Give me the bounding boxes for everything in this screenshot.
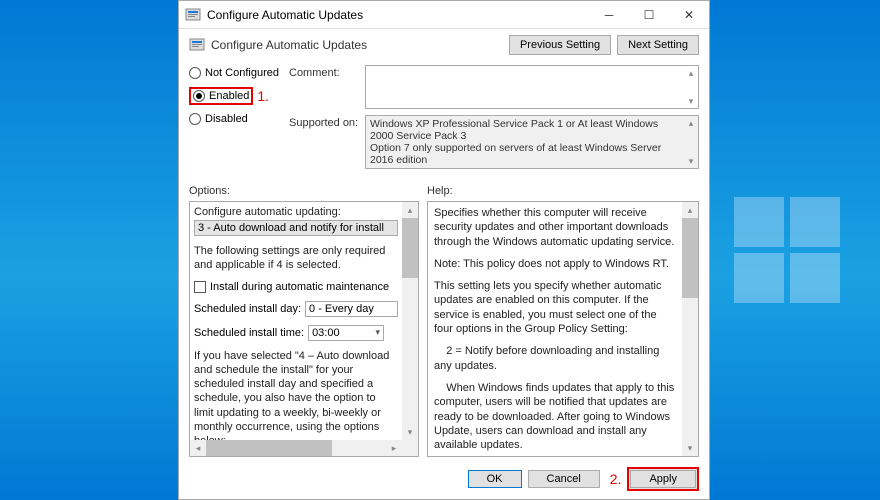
ok-button[interactable]: OK: [468, 470, 522, 488]
select-value: 3 - Auto download and notify for install: [198, 222, 394, 234]
scheduled-day-label: Scheduled install day:: [194, 303, 301, 315]
help-paragraph: Note: This policy does not apply to Wind…: [434, 257, 676, 271]
select-value: 03:00: [312, 327, 375, 339]
radio-icon: [193, 90, 205, 102]
help-paragraph: When Windows finds updates that apply to…: [434, 381, 676, 452]
dialog-configure-automatic-updates: Configure Automatic Updates ─ ☐ ✕ Config…: [178, 0, 710, 500]
checkbox-icon: [194, 281, 206, 293]
help-body: Specifies whether this computer will rec…: [428, 202, 682, 456]
options-pane: Configure automatic updating: 3 - Auto d…: [189, 201, 419, 457]
scrollbar-horizontal[interactable]: ◂ ▸: [190, 440, 402, 456]
radio-label: Enabled: [209, 90, 249, 102]
scroll-down-icon: ▾: [684, 154, 698, 168]
policy-name: Configure Automatic Updates: [211, 38, 503, 52]
scroll-up-icon: ▴: [684, 66, 698, 80]
select-value: 0 - Every day: [309, 303, 394, 315]
configure-updating-label: Configure automatic updating:: [194, 206, 398, 218]
apply-button[interactable]: Apply: [630, 470, 696, 488]
radio-disabled[interactable]: Disabled: [189, 113, 289, 125]
right-fields: Comment: ▴ ▾ Supported on: Windows XP Pr…: [289, 65, 699, 175]
annotation-1: 1.: [257, 88, 269, 104]
policy-icon: [189, 37, 205, 53]
scheduled-time-row: Scheduled install time: 03:00 ▾: [194, 325, 398, 341]
titlebar[interactable]: Configure Automatic Updates ─ ☐ ✕: [179, 1, 709, 29]
scrollbar[interactable]: ▴ ▾: [684, 66, 698, 108]
maximize-button[interactable]: ☐: [629, 1, 669, 28]
supported-label: Supported on:: [289, 115, 365, 169]
scrollbar-vertical[interactable]: ▴ ▾: [402, 202, 418, 440]
policy-icon: [185, 7, 201, 23]
options-body: Configure automatic updating: 3 - Auto d…: [190, 202, 402, 440]
scheduled-time-label: Scheduled install time:: [194, 327, 304, 339]
scroll-down-icon: ▾: [682, 440, 698, 456]
desktop-windows-logo: [734, 197, 840, 303]
radio-not-configured[interactable]: Not Configured: [189, 67, 289, 79]
next-setting-button[interactable]: Next Setting: [617, 35, 699, 55]
config-top-area: Not Configured Enabled 1. Disabled Comme…: [179, 65, 709, 181]
help-paragraph: 2 = Notify before downloading and instal…: [434, 344, 676, 373]
annotation-2: 2.: [610, 471, 622, 487]
scheduled-time-select[interactable]: 03:00 ▾: [308, 325, 384, 341]
help-label: Help:: [427, 185, 453, 197]
configure-updating-select[interactable]: 3 - Auto download and notify for install: [194, 220, 398, 236]
scroll-left-icon: ◂: [190, 440, 206, 456]
section-labels: Options: Help:: [179, 181, 709, 201]
comment-label: Comment:: [289, 65, 365, 109]
scroll-down-icon: ▾: [402, 424, 418, 440]
radio-label: Not Configured: [205, 67, 279, 79]
window-controls: ─ ☐ ✕: [589, 1, 709, 28]
radio-icon: [189, 113, 201, 125]
scrollbar-thumb[interactable]: [206, 440, 332, 456]
scrollbar-thumb[interactable]: [402, 218, 418, 278]
close-button[interactable]: ✕: [669, 1, 709, 28]
minimize-button[interactable]: ─: [589, 1, 629, 28]
scroll-right-icon: ▸: [386, 440, 402, 456]
checkbox-label: Install during automatic maintenance: [210, 281, 389, 293]
scheduled-day-row: Scheduled install day: 0 - Every day: [194, 301, 398, 317]
options-label: Options:: [189, 185, 427, 197]
radio-label: Disabled: [205, 113, 248, 125]
previous-setting-button[interactable]: Previous Setting: [509, 35, 611, 55]
window-title: Configure Automatic Updates: [207, 8, 589, 22]
scroll-up-icon: ▴: [682, 202, 698, 218]
apply-button-highlight: Apply: [627, 467, 699, 491]
limit-updating-text: If you have selected "4 – Auto download …: [194, 349, 398, 440]
cancel-button[interactable]: Cancel: [528, 470, 600, 488]
comment-textarea[interactable]: ▴ ▾: [365, 65, 699, 109]
scroll-corner: [402, 440, 418, 456]
following-settings-text: The following settings are only required…: [194, 244, 398, 273]
maintenance-checkbox-row[interactable]: Install during automatic maintenance: [194, 281, 398, 293]
scheduled-day-select[interactable]: 0 - Every day: [305, 301, 398, 317]
supported-text: Windows XP Professional Service Pack 1 o…: [370, 118, 694, 166]
help-pane: Specifies whether this computer will rec…: [427, 201, 699, 457]
help-paragraph: Specifies whether this computer will rec…: [434, 206, 676, 249]
scroll-up-icon: ▴: [684, 116, 698, 130]
help-paragraph: This setting lets you specify whether au…: [434, 279, 676, 336]
radio-icon: [189, 67, 201, 79]
chevron-down-icon: ▾: [376, 327, 381, 338]
radio-enabled[interactable]: Enabled: [189, 87, 253, 105]
scrollbar-thumb[interactable]: [682, 218, 698, 298]
header-row: Configure Automatic Updates Previous Set…: [179, 29, 709, 65]
state-radio-group: Not Configured Enabled 1. Disabled: [189, 65, 289, 175]
scroll-up-icon: ▴: [402, 202, 418, 218]
panes: Configure automatic updating: 3 - Auto d…: [179, 201, 709, 461]
dialog-button-row: OK Cancel 2. Apply: [179, 461, 709, 499]
scrollbar[interactable]: ▴ ▾: [684, 116, 698, 168]
scroll-down-icon: ▾: [684, 94, 698, 108]
scrollbar-vertical[interactable]: ▴ ▾: [682, 202, 698, 456]
supported-on-box: Windows XP Professional Service Pack 1 o…: [365, 115, 699, 169]
